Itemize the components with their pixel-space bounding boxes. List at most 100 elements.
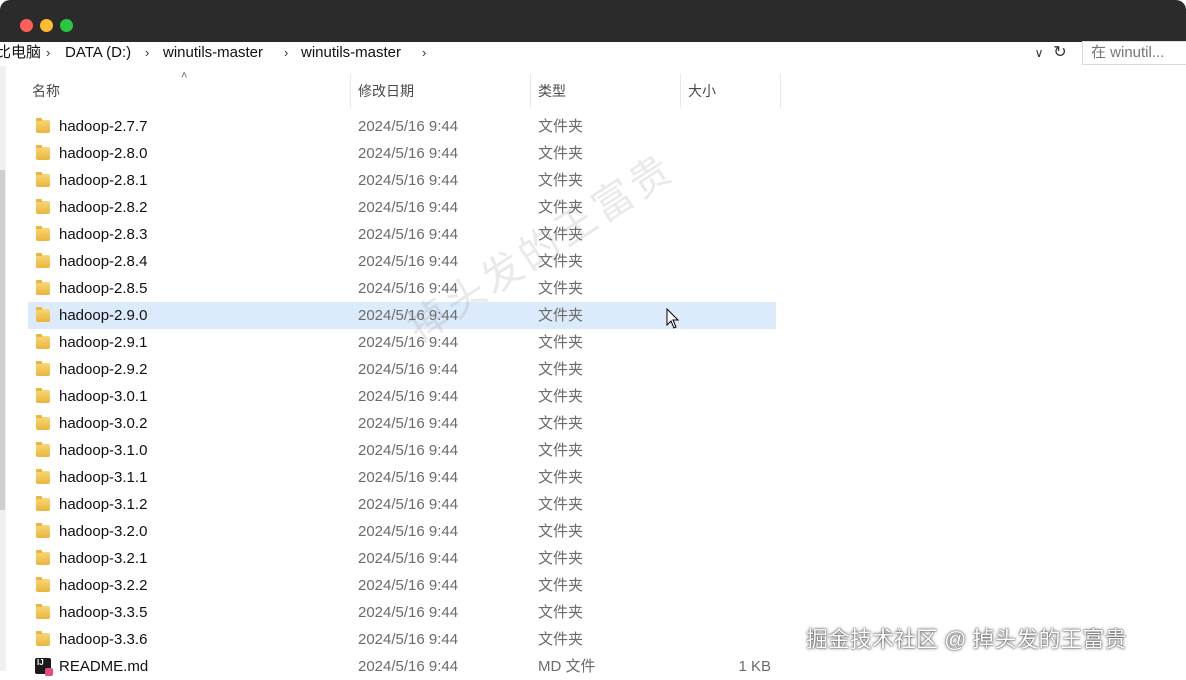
column-header-date[interactable]: 修改日期 xyxy=(358,74,414,108)
file-date: 2024/5/16 9:44 xyxy=(358,226,459,243)
file-name: README.md xyxy=(59,658,149,675)
file-row[interactable]: hadoop-3.2.1 2024/5/16 9:44 文件夹 xyxy=(28,545,776,572)
folder-icon xyxy=(36,577,50,592)
breadcrumb-folder[interactable]: winutils-master xyxy=(163,42,263,64)
column-divider[interactable] xyxy=(530,74,531,108)
chevron-right-icon[interactable]: › xyxy=(422,42,426,64)
chevron-right-icon[interactable]: › xyxy=(145,42,149,64)
file-name: hadoop-3.1.0 xyxy=(59,442,148,459)
file-date: 2024/5/16 9:44 xyxy=(358,388,459,405)
refresh-icon[interactable]: ↻ xyxy=(1050,42,1070,64)
file-date: 2024/5/16 9:44 xyxy=(358,199,459,216)
file-row[interactable]: hadoop-2.8.3 2024/5/16 9:44 文件夹 xyxy=(28,221,776,248)
file-type: 文件夹 xyxy=(538,334,584,351)
file-row[interactable]: hadoop-3.3.5 2024/5/16 9:44 文件夹 xyxy=(28,599,776,626)
column-divider[interactable] xyxy=(350,74,351,108)
file-name: hadoop-2.8.0 xyxy=(59,145,148,162)
file-date: 2024/5/16 9:44 xyxy=(358,118,459,135)
file-date: 2024/5/16 9:44 xyxy=(358,253,459,270)
folder-icon xyxy=(36,307,50,322)
file-row[interactable]: hadoop-3.1.1 2024/5/16 9:44 文件夹 xyxy=(28,464,776,491)
folder-icon xyxy=(36,523,50,538)
file-date: 2024/5/16 9:44 xyxy=(358,415,459,432)
file-date: 2024/5/16 9:44 xyxy=(358,469,459,486)
file-type: 文件夹 xyxy=(538,145,584,162)
file-type: 文件夹 xyxy=(538,550,584,567)
file-date: 2024/5/16 9:44 xyxy=(358,496,459,513)
file-row[interactable]: hadoop-3.0.2 2024/5/16 9:44 文件夹 xyxy=(28,410,776,437)
file-name: hadoop-3.2.2 xyxy=(59,577,148,594)
file-name: hadoop-2.8.4 xyxy=(59,253,148,270)
file-type: 文件夹 xyxy=(538,604,584,621)
file-row[interactable]: hadoop-3.2.2 2024/5/16 9:44 文件夹 xyxy=(28,572,776,599)
breadcrumb-this-pc[interactable]: 比电脑 xyxy=(0,42,41,64)
folder-icon xyxy=(36,631,50,646)
search-input[interactable]: 在 winutil... xyxy=(1082,41,1186,65)
file-row[interactable]: hadoop-3.2.0 2024/5/16 9:44 文件夹 xyxy=(28,518,776,545)
file-row[interactable]: IJ README.md 2024/5/16 9:44 MD 文件 1 KB xyxy=(28,653,776,680)
scrollbar-thumb[interactable] xyxy=(0,170,5,510)
folder-icon xyxy=(36,496,50,511)
file-name: hadoop-3.1.2 xyxy=(59,496,148,513)
column-header-type[interactable]: 类型 xyxy=(538,74,566,108)
file-date: 2024/5/16 9:44 xyxy=(358,577,459,594)
zoom-window-button[interactable] xyxy=(60,19,73,32)
file-row[interactable]: hadoop-2.9.2 2024/5/16 9:44 文件夹 xyxy=(28,356,776,383)
chevron-right-icon[interactable]: › xyxy=(46,42,50,64)
folder-icon xyxy=(36,226,50,241)
file-date: 2024/5/16 9:44 xyxy=(358,550,459,567)
file-row[interactable]: hadoop-3.0.1 2024/5/16 9:44 文件夹 xyxy=(28,383,776,410)
folder-icon xyxy=(36,469,50,484)
file-name: hadoop-2.8.1 xyxy=(59,172,148,189)
folder-icon xyxy=(36,550,50,565)
folder-icon xyxy=(36,172,50,187)
file-type: 文件夹 xyxy=(538,118,584,135)
file-name: hadoop-2.9.2 xyxy=(59,361,148,378)
file-name: hadoop-3.2.1 xyxy=(59,550,148,567)
address-bar[interactable]: 比电脑 › DATA (D:) › winutils-master › winu… xyxy=(0,41,1186,66)
folder-icon xyxy=(36,253,50,268)
file-name: hadoop-3.3.5 xyxy=(59,604,148,621)
folder-icon xyxy=(36,442,50,457)
file-name: hadoop-2.8.3 xyxy=(59,226,148,243)
column-header-name[interactable]: 名称 xyxy=(32,74,60,108)
file-name: hadoop-3.1.1 xyxy=(59,469,148,486)
file-date: 2024/5/16 9:44 xyxy=(358,361,459,378)
chevron-right-icon[interactable]: › xyxy=(284,42,288,64)
file-row[interactable]: hadoop-2.7.7 2024/5/16 9:44 文件夹 xyxy=(28,113,776,140)
file-name: hadoop-2.9.0 xyxy=(59,307,148,324)
file-type: 文件夹 xyxy=(538,523,584,540)
file-type: 文件夹 xyxy=(538,307,584,324)
folder-icon xyxy=(36,361,50,376)
file-row[interactable]: hadoop-3.1.0 2024/5/16 9:44 文件夹 xyxy=(28,437,776,464)
file-row[interactable]: hadoop-2.9.1 2024/5/16 9:44 文件夹 xyxy=(28,329,776,356)
breadcrumb-drive[interactable]: DATA (D:) xyxy=(65,42,131,64)
file-type: 文件夹 xyxy=(538,469,584,486)
chevron-down-icon[interactable]: ∨ xyxy=(1030,42,1048,64)
file-type: 文件夹 xyxy=(538,388,584,405)
file-row[interactable]: hadoop-2.8.5 2024/5/16 9:44 文件夹 xyxy=(28,275,776,302)
file-row[interactable]: hadoop-2.8.4 2024/5/16 9:44 文件夹 xyxy=(28,248,776,275)
file-date: 2024/5/16 9:44 xyxy=(358,145,459,162)
file-row[interactable]: hadoop-3.3.6 2024/5/16 9:44 文件夹 xyxy=(28,626,776,653)
file-type: MD 文件 xyxy=(538,658,596,675)
column-divider[interactable] xyxy=(680,74,681,108)
file-size: 1 KB xyxy=(738,658,771,675)
column-divider[interactable] xyxy=(780,74,781,108)
minimize-window-button[interactable] xyxy=(40,19,53,32)
breadcrumb-current-folder[interactable]: winutils-master xyxy=(301,42,401,64)
file-name: hadoop-3.3.6 xyxy=(59,631,148,648)
file-date: 2024/5/16 9:44 xyxy=(358,523,459,540)
window-titlebar xyxy=(0,0,1186,42)
folder-icon xyxy=(36,388,50,403)
folder-icon xyxy=(36,415,50,430)
file-name: hadoop-2.9.1 xyxy=(59,334,148,351)
nav-pane-scrollbar[interactable] xyxy=(0,66,6,671)
column-header: ˄ 名称 修改日期 类型 大小 xyxy=(0,70,1186,108)
file-date: 2024/5/16 9:44 xyxy=(358,631,459,648)
close-window-button[interactable] xyxy=(20,19,33,32)
file-row[interactable]: hadoop-3.1.2 2024/5/16 9:44 文件夹 xyxy=(28,491,776,518)
folder-icon xyxy=(36,334,50,349)
file-name: hadoop-3.2.0 xyxy=(59,523,148,540)
column-header-size[interactable]: 大小 xyxy=(688,74,716,108)
